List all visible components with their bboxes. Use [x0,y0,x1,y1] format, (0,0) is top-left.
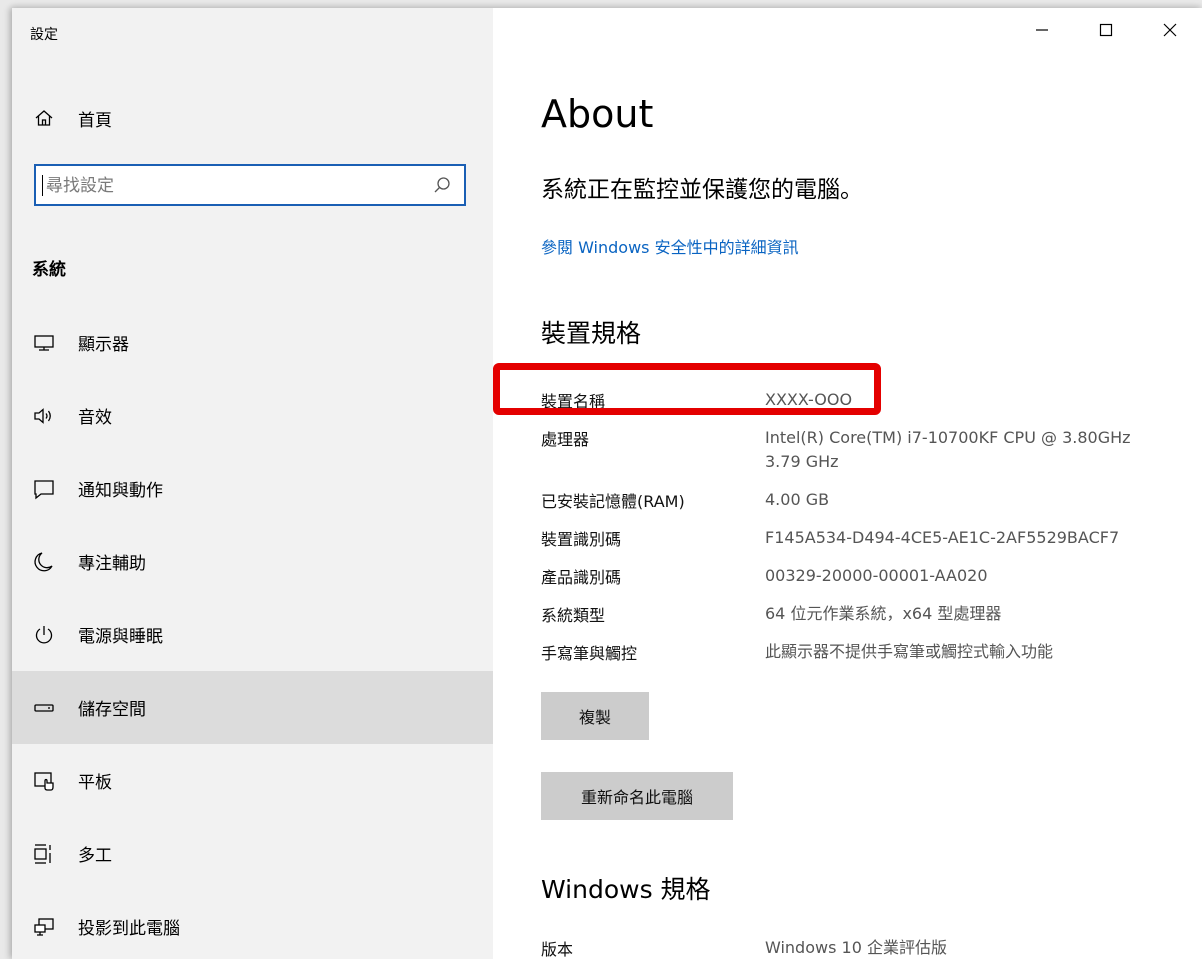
spec-value: Intel(R) Core(TM) i7-10700KF CPU @ 3.80G… [765,428,1131,447]
windows-security-link[interactable]: 參閱 Windows 安全性中的詳細資訊 [541,234,799,258]
device-specs-heading: 裝置規格 [541,319,642,348]
nav-list: 顯示器 音效 通知與動作 專注輔助 電源與睡眠 儲存空間 平板 多工 投影到此電… [12,306,493,959]
spec-label: 裝置名稱 [541,392,606,411]
copy-button[interactable]: 複製 [541,692,649,740]
multitask-icon [32,842,56,866]
sidebar-item-label: 多工 [78,846,112,866]
app-title: 設定 [30,27,58,43]
home-label: 首頁 [78,110,112,131]
sidebar-item-sound[interactable]: 音效 [12,379,493,452]
sidebar-item-label: 顯示器 [78,335,129,355]
spec-label: 系統類型 [541,606,606,625]
power-icon [32,623,56,647]
sidebar-item-focus-assist[interactable]: 專注輔助 [12,525,493,598]
home-icon [32,106,56,130]
sidebar: 設定 首頁 系統 顯示器 [12,8,493,959]
window-controls [1010,8,1202,58]
spec-label: 裝置識別碼 [541,530,622,549]
settings-window: 設定 首頁 系統 顯示器 [12,8,1202,959]
text-caret [42,175,43,196]
sidebar-item-label: 通知與動作 [78,481,163,501]
spec-label: 版本 [541,940,574,959]
spec-label: 處理器 [541,430,590,449]
project-icon [32,915,56,939]
spec-value: Windows 10 企業評估版 [765,938,947,957]
spec-value: 4.00 GB [765,490,830,509]
windows-specs-heading: Windows 規格 [541,875,711,904]
page-title: About [541,92,654,136]
sidebar-item-project-to-pc[interactable]: 投影到此電腦 [12,890,493,959]
sidebar-item-notifications[interactable]: 通知與動作 [12,452,493,525]
spec-value: 64 位元作業系統，x64 型處理器 [765,604,1002,623]
sidebar-item-label: 平板 [78,773,112,793]
sidebar-item-label: 儲存空間 [78,700,146,720]
rename-pc-button[interactable]: 重新命名此電腦 [541,772,733,820]
sidebar-item-display[interactable]: 顯示器 [12,306,493,379]
speaker-icon [32,404,56,428]
sidebar-item-power-sleep[interactable]: 電源與睡眠 [12,598,493,671]
sidebar-item-label: 電源與睡眠 [78,627,163,647]
spec-label: 產品識別碼 [541,568,622,587]
sidebar-item-label: 專注輔助 [78,554,146,574]
minimize-button[interactable] [1010,8,1074,54]
sidebar-item-multitasking[interactable]: 多工 [12,817,493,890]
sidebar-item-label: 投影到此電腦 [78,919,180,939]
spec-label: 手寫筆與觸控 [541,644,638,663]
notification-icon [32,477,56,501]
spec-value-line2: 3.79 GHz [765,452,839,471]
minimize-icon [1035,22,1049,41]
sidebar-item-tablet[interactable]: 平板 [12,744,493,817]
moon-icon [32,550,56,574]
section-heading: 系統 [32,260,66,280]
spec-value: 00329-20000-00001-AA020 [765,566,988,585]
monitor-icon [32,331,56,355]
tablet-icon [32,769,56,793]
close-icon [1163,22,1177,41]
close-button[interactable] [1138,8,1202,54]
spec-value: XXXX-OOO [765,390,853,409]
search-box[interactable] [34,164,466,206]
spec-value: F145A534-D494-4CE5-AE1C-2AF5529BACF7 [765,528,1120,547]
spec-value: 此顯示器不提供手寫筆或觸控式輸入功能 [765,642,1054,661]
storage-icon [32,696,56,720]
sidebar-item-label: 音效 [78,408,112,428]
maximize-button[interactable] [1074,8,1138,54]
spec-label: 已安裝記憶體(RAM) [541,492,685,511]
search-icon[interactable] [432,175,452,195]
home-nav-item[interactable]: 首頁 [32,104,112,132]
protection-status-text: 系統正在監控並保護您的電腦。 [541,177,863,203]
maximize-icon [1099,22,1113,41]
search-input[interactable] [44,166,418,206]
main-content: About 系統正在監控並保護您的電腦。 參閱 Windows 安全性中的詳細資… [493,8,1202,959]
sidebar-item-storage[interactable]: 儲存空間 [12,671,493,744]
